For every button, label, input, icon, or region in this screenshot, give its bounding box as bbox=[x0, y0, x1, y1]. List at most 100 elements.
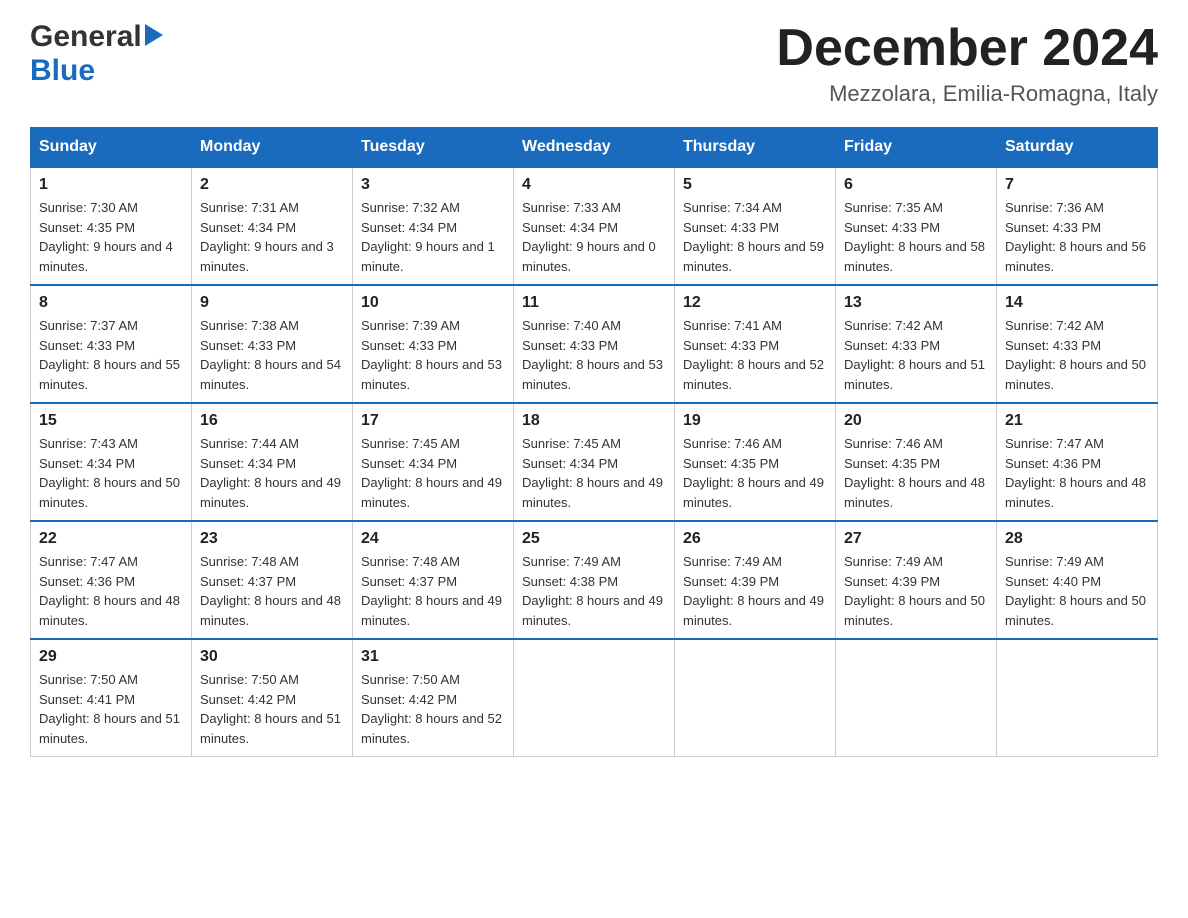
daylight-label: Daylight: 8 hours and 48 bbox=[39, 593, 180, 608]
day-info: Sunrise: 7:45 AM Sunset: 4:34 PM Dayligh… bbox=[361, 434, 505, 512]
daylight-label: Daylight: 8 hours and 56 bbox=[1005, 239, 1146, 254]
logo: General Blue bbox=[30, 20, 163, 88]
daylight-label: Daylight: 8 hours and 49 bbox=[522, 593, 663, 608]
sunrise-label: Sunrise: 7:42 AM bbox=[1005, 318, 1104, 333]
day-info: Sunrise: 7:36 AM Sunset: 4:33 PM Dayligh… bbox=[1005, 198, 1149, 276]
sunset-label: Sunset: 4:35 PM bbox=[844, 456, 940, 471]
calendar-day-26: 26 Sunrise: 7:49 AM Sunset: 4:39 PM Dayl… bbox=[675, 521, 836, 639]
sunset-label: Sunset: 4:34 PM bbox=[39, 456, 135, 471]
sunrise-label: Sunrise: 7:32 AM bbox=[361, 200, 460, 215]
sunrise-label: Sunrise: 7:46 AM bbox=[844, 436, 943, 451]
day-info: Sunrise: 7:49 AM Sunset: 4:38 PM Dayligh… bbox=[522, 552, 666, 630]
logo-general: General bbox=[30, 20, 142, 54]
calendar-week-row: 29 Sunrise: 7:50 AM Sunset: 4:41 PM Dayl… bbox=[31, 639, 1158, 757]
calendar-empty-cell bbox=[675, 639, 836, 757]
sunrise-label: Sunrise: 7:49 AM bbox=[522, 554, 621, 569]
daylight-continuation: minutes. bbox=[522, 495, 571, 510]
calendar-empty-cell bbox=[836, 639, 997, 757]
calendar-day-11: 11 Sunrise: 7:40 AM Sunset: 4:33 PM Dayl… bbox=[514, 285, 675, 403]
sunset-label: Sunset: 4:33 PM bbox=[200, 338, 296, 353]
day-number: 3 bbox=[361, 176, 505, 194]
sunset-label: Sunset: 4:34 PM bbox=[361, 220, 457, 235]
daylight-continuation: minutes. bbox=[361, 613, 410, 628]
daylight-continuation: minutes. bbox=[200, 731, 249, 746]
calendar-day-21: 21 Sunrise: 7:47 AM Sunset: 4:36 PM Dayl… bbox=[997, 403, 1158, 521]
sunrise-label: Sunrise: 7:39 AM bbox=[361, 318, 460, 333]
sunset-label: Sunset: 4:36 PM bbox=[39, 574, 135, 589]
title-section: December 2024 Mezzolara, Emilia-Romagna,… bbox=[776, 20, 1158, 107]
daylight-continuation: minutes. bbox=[361, 731, 410, 746]
sunrise-label: Sunrise: 7:49 AM bbox=[844, 554, 943, 569]
day-number: 4 bbox=[522, 176, 666, 194]
daylight-continuation: minutes. bbox=[683, 377, 732, 392]
logo-blue: Blue bbox=[30, 54, 95, 88]
calendar-day-6: 6 Sunrise: 7:35 AM Sunset: 4:33 PM Dayli… bbox=[836, 167, 997, 285]
daylight-label: Daylight: 8 hours and 50 bbox=[1005, 357, 1146, 372]
daylight-continuation: minutes. bbox=[522, 259, 571, 274]
daylight-label: Daylight: 8 hours and 52 bbox=[361, 711, 502, 726]
daylight-continuation: minutes. bbox=[1005, 613, 1054, 628]
sunrise-label: Sunrise: 7:33 AM bbox=[522, 200, 621, 215]
sunset-label: Sunset: 4:39 PM bbox=[683, 574, 779, 589]
daylight-continuation: minutes. bbox=[39, 731, 88, 746]
sunrise-label: Sunrise: 7:30 AM bbox=[39, 200, 138, 215]
calendar-day-24: 24 Sunrise: 7:48 AM Sunset: 4:37 PM Dayl… bbox=[353, 521, 514, 639]
sunrise-label: Sunrise: 7:42 AM bbox=[844, 318, 943, 333]
daylight-label: Daylight: 8 hours and 48 bbox=[844, 475, 985, 490]
day-number: 15 bbox=[39, 412, 183, 430]
header-monday: Monday bbox=[192, 128, 353, 168]
day-number: 31 bbox=[361, 648, 505, 666]
daylight-continuation: minutes. bbox=[361, 377, 410, 392]
daylight-continuation: minutes. bbox=[844, 613, 893, 628]
calendar-day-25: 25 Sunrise: 7:49 AM Sunset: 4:38 PM Dayl… bbox=[514, 521, 675, 639]
daylight-label: Daylight: 8 hours and 50 bbox=[39, 475, 180, 490]
calendar-day-29: 29 Sunrise: 7:50 AM Sunset: 4:41 PM Dayl… bbox=[31, 639, 192, 757]
daylight-continuation: minutes. bbox=[683, 613, 732, 628]
location: Mezzolara, Emilia-Romagna, Italy bbox=[776, 81, 1158, 107]
daylight-label: Daylight: 8 hours and 49 bbox=[200, 475, 341, 490]
sunset-label: Sunset: 4:34 PM bbox=[522, 220, 618, 235]
sunrise-label: Sunrise: 7:48 AM bbox=[361, 554, 460, 569]
day-info: Sunrise: 7:38 AM Sunset: 4:33 PM Dayligh… bbox=[200, 316, 344, 394]
sunrise-label: Sunrise: 7:38 AM bbox=[200, 318, 299, 333]
day-number: 28 bbox=[1005, 530, 1149, 548]
sunset-label: Sunset: 4:39 PM bbox=[844, 574, 940, 589]
sunrise-label: Sunrise: 7:44 AM bbox=[200, 436, 299, 451]
header-saturday: Saturday bbox=[997, 128, 1158, 168]
day-info: Sunrise: 7:35 AM Sunset: 4:33 PM Dayligh… bbox=[844, 198, 988, 276]
daylight-label: Daylight: 8 hours and 49 bbox=[522, 475, 663, 490]
sunrise-label: Sunrise: 7:49 AM bbox=[683, 554, 782, 569]
sunrise-label: Sunrise: 7:43 AM bbox=[39, 436, 138, 451]
daylight-continuation: minutes. bbox=[200, 259, 249, 274]
sunrise-label: Sunrise: 7:47 AM bbox=[39, 554, 138, 569]
sunset-label: Sunset: 4:33 PM bbox=[844, 338, 940, 353]
daylight-label: Daylight: 8 hours and 49 bbox=[361, 475, 502, 490]
daylight-continuation: minutes. bbox=[844, 495, 893, 510]
day-number: 25 bbox=[522, 530, 666, 548]
day-info: Sunrise: 7:33 AM Sunset: 4:34 PM Dayligh… bbox=[522, 198, 666, 276]
calendar-day-10: 10 Sunrise: 7:39 AM Sunset: 4:33 PM Dayl… bbox=[353, 285, 514, 403]
daylight-label: Daylight: 8 hours and 50 bbox=[1005, 593, 1146, 608]
daylight-label: Daylight: 9 hours and 4 bbox=[39, 239, 173, 254]
sunset-label: Sunset: 4:34 PM bbox=[200, 220, 296, 235]
sunrise-label: Sunrise: 7:46 AM bbox=[683, 436, 782, 451]
day-number: 6 bbox=[844, 176, 988, 194]
day-number: 19 bbox=[683, 412, 827, 430]
sunrise-label: Sunrise: 7:49 AM bbox=[1005, 554, 1104, 569]
day-info: Sunrise: 7:30 AM Sunset: 4:35 PM Dayligh… bbox=[39, 198, 183, 276]
calendar-day-4: 4 Sunrise: 7:33 AM Sunset: 4:34 PM Dayli… bbox=[514, 167, 675, 285]
sunrise-label: Sunrise: 7:45 AM bbox=[522, 436, 621, 451]
daylight-label: Daylight: 8 hours and 53 bbox=[522, 357, 663, 372]
sunrise-label: Sunrise: 7:41 AM bbox=[683, 318, 782, 333]
day-info: Sunrise: 7:37 AM Sunset: 4:33 PM Dayligh… bbox=[39, 316, 183, 394]
sunrise-label: Sunrise: 7:50 AM bbox=[361, 672, 460, 687]
calendar-day-22: 22 Sunrise: 7:47 AM Sunset: 4:36 PM Dayl… bbox=[31, 521, 192, 639]
sunrise-label: Sunrise: 7:47 AM bbox=[1005, 436, 1104, 451]
sunset-label: Sunset: 4:37 PM bbox=[200, 574, 296, 589]
sunset-label: Sunset: 4:37 PM bbox=[361, 574, 457, 589]
calendar-day-3: 3 Sunrise: 7:32 AM Sunset: 4:34 PM Dayli… bbox=[353, 167, 514, 285]
daylight-label: Daylight: 8 hours and 51 bbox=[39, 711, 180, 726]
sunrise-label: Sunrise: 7:36 AM bbox=[1005, 200, 1104, 215]
daylight-continuation: minutes. bbox=[683, 259, 732, 274]
sunset-label: Sunset: 4:33 PM bbox=[39, 338, 135, 353]
